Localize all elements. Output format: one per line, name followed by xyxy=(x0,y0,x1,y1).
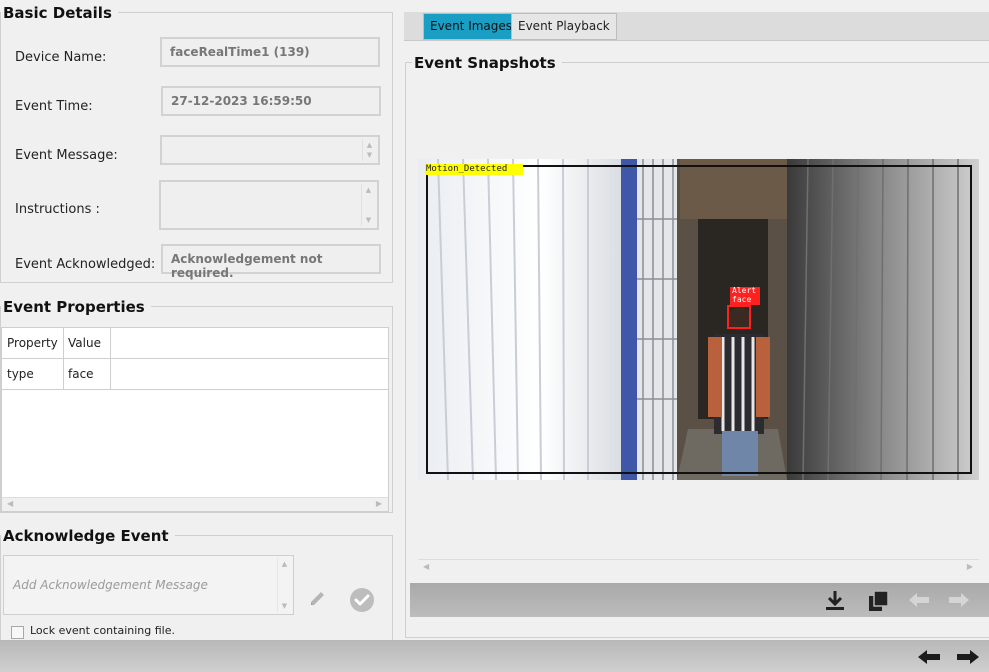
event-properties-title: Event Properties xyxy=(1,298,151,316)
scroll-left-icon[interactable]: ◀ xyxy=(7,499,13,508)
face-overlay-label: face xyxy=(732,295,752,304)
tab-event-playback[interactable]: Event Playback xyxy=(511,13,617,40)
download-icon xyxy=(826,591,844,610)
instructions-scrollbar[interactable]: ▲ ▼ xyxy=(361,184,375,226)
ack-message-scrollbar[interactable]: ▲ ▼ xyxy=(277,558,291,612)
column-header-property[interactable]: Property xyxy=(2,328,64,359)
ack-message-input[interactable]: Add Acknowledgement Message ▲ ▼ xyxy=(3,555,294,615)
arrow-right-icon xyxy=(957,650,979,664)
tab-bar: Event Images Event Playback xyxy=(404,12,989,41)
scroll-right-icon[interactable]: ▶ xyxy=(376,499,382,508)
event-properties-group: Event Properties Property Value type fac… xyxy=(0,298,393,513)
lock-event-checkbox[interactable] xyxy=(11,626,24,639)
lock-event-label: Lock event containing file. xyxy=(30,624,175,637)
event-details-window: Basic Details Device Name: faceRealTime1… xyxy=(0,0,989,672)
check-circle-icon xyxy=(350,588,374,612)
event-message-field[interactable]: ▲ ▼ xyxy=(160,135,380,165)
snapshot-toolbar xyxy=(410,583,989,617)
scroll-right-icon[interactable]: ▶ xyxy=(967,562,973,571)
acknowledge-event-title: Acknowledge Event xyxy=(1,527,175,545)
event-snapshots-title: Event Snapshots xyxy=(412,54,562,72)
previous-image-button[interactable] xyxy=(906,589,930,611)
device-name-field[interactable]: faceRealTime1 (139) xyxy=(160,37,380,67)
table-header-row: Property Value xyxy=(2,328,388,359)
arrow-left-icon xyxy=(918,650,940,664)
value-cell: face xyxy=(63,359,111,390)
copy-button[interactable] xyxy=(867,589,891,611)
event-time-label: Event Time: xyxy=(15,99,93,114)
motion-detected-label: Motion_Detected xyxy=(426,164,508,174)
scroll-left-icon[interactable]: ◀ xyxy=(423,562,429,571)
previous-event-button[interactable] xyxy=(916,648,942,666)
pencil-icon xyxy=(311,592,324,605)
bottom-navigation-bar xyxy=(0,640,989,672)
snapshot-scene xyxy=(418,159,979,480)
properties-table: Property Value type face ◀ ▶ xyxy=(1,327,389,512)
alert-overlay-label: Alert xyxy=(732,286,757,295)
download-button[interactable] xyxy=(823,589,847,611)
snapshot-horizontal-scrollbar[interactable]: ◀ ▶ xyxy=(418,559,979,573)
arrow-left-icon xyxy=(909,593,929,607)
column-header-value[interactable]: Value xyxy=(63,328,111,359)
event-message-label: Event Message: xyxy=(15,148,118,163)
properties-horizontal-scrollbar[interactable]: ◀ ▶ xyxy=(2,497,388,511)
confirm-ack-button[interactable] xyxy=(349,587,375,613)
instructions-label: Instructions : xyxy=(15,202,100,217)
arrow-right-icon xyxy=(949,593,969,607)
basic-details-title: Basic Details xyxy=(1,4,118,22)
next-event-button[interactable] xyxy=(955,648,981,666)
event-time-field[interactable]: 27-12-2023 16:59:50 xyxy=(161,86,381,116)
property-cell: type xyxy=(2,359,64,390)
event-ack-label: Event Acknowledged: xyxy=(15,257,156,272)
copy-icon xyxy=(869,590,889,611)
next-image-button[interactable] xyxy=(946,589,970,611)
ack-message-placeholder: Add Acknowledgement Message xyxy=(13,578,208,592)
event-message-scrollbar[interactable]: ▲ ▼ xyxy=(362,139,376,161)
event-snapshot-image[interactable]: Motion_Detected Alert face xyxy=(418,159,979,480)
device-name-label: Device Name: xyxy=(15,50,107,65)
tab-event-images[interactable]: Event Images xyxy=(423,13,520,40)
event-ack-field[interactable]: Acknowledgement not required. xyxy=(161,244,381,280)
instructions-field[interactable]: ▲ ▼ xyxy=(159,180,379,230)
edit-ack-button[interactable] xyxy=(307,588,329,610)
table-row[interactable]: type face xyxy=(2,359,388,390)
